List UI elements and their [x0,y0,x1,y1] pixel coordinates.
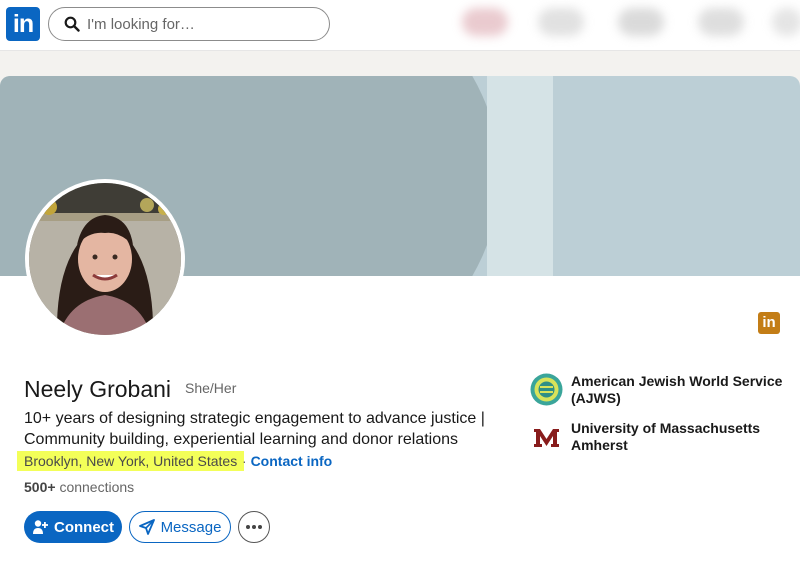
ajws-logo-icon [530,373,563,406]
top-navigation-bar: in [0,0,800,51]
search-bar[interactable] [48,7,330,41]
profile-name: Neely Grobani [24,376,172,402]
connect-label: Connect [54,518,114,536]
profile-location: Brooklyn, New York, United States [17,451,245,471]
profile-avatar[interactable] [25,179,185,339]
profile-card: in Neely Grobani She/Her 10+ years of de… [0,76,800,566]
connections-number: 500+ [24,479,56,495]
nav-item-4[interactable] [698,8,744,36]
avatar-photo [29,183,181,335]
linkedin-badge-icon[interactable]: in [758,312,780,334]
nav-item-5[interactable] [772,8,800,36]
linkedin-logo-icon[interactable]: in [6,7,40,41]
message-button[interactable]: Message [129,511,231,543]
send-icon [138,519,155,535]
more-actions-button[interactable] [238,511,270,543]
org-ajws-name: American Jewish World Service (AJWS) [571,373,783,406]
more-icon [246,525,262,529]
nav-item-3[interactable] [618,8,664,36]
search-input[interactable] [87,14,317,34]
org-umass-name: University of Massachusetts Amherst [571,420,761,453]
connect-button[interactable]: Connect [24,511,122,543]
connections-label: connections [59,479,135,495]
nav-item-2[interactable] [538,8,584,36]
profile-headline: 10+ years of designing strategic engagem… [24,410,485,448]
contact-info-label[interactable]: Contact info [251,453,333,469]
search-icon [64,16,80,32]
connections-count[interactable]: 500+ connections [24,479,134,495]
org-ajws[interactable]: American Jewish World Service (AJWS) [530,373,786,407]
separator-dot: · [242,453,247,469]
org-umass[interactable]: University of Massachusetts Amherst [530,420,786,454]
profile-pronouns: She/Her [185,380,237,396]
nav-item-1[interactable] [462,8,508,36]
add-person-icon [33,520,48,534]
contact-info-link[interactable]: · Contact info [242,453,332,469]
umass-logo-icon [530,420,563,453]
banner-stripe [487,76,553,276]
message-label: Message [160,518,222,536]
